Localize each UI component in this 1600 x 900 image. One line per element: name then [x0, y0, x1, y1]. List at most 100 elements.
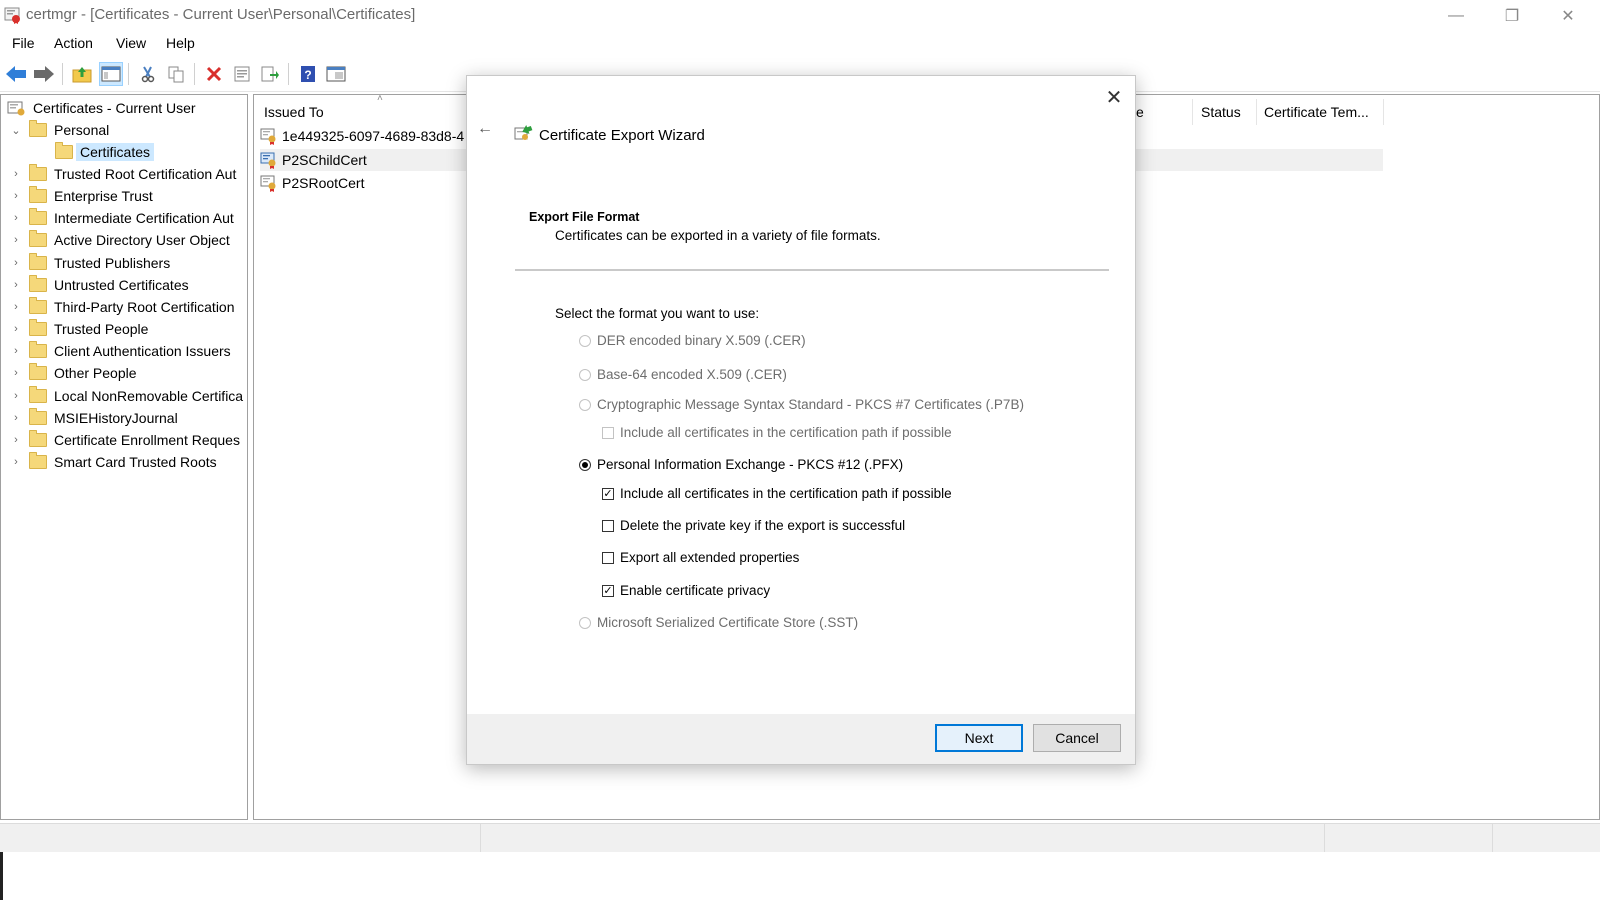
chevron-right-icon[interactable]: › [11, 456, 21, 468]
chevron-right-icon[interactable]: › [11, 234, 21, 246]
delete-private-key-checkbox[interactable]: Delete the private key if the export is … [602, 518, 905, 533]
tree-item-store[interactable]: › Third-Party Root Certification [11, 296, 235, 318]
chevron-right-icon[interactable]: › [11, 257, 21, 269]
option-pkcs7-radio[interactable]: Cryptographic Message Syntax Standard - … [579, 397, 1024, 412]
folder-icon [29, 429, 47, 447]
radio-button-selected[interactable] [579, 458, 591, 471]
folder-icon [29, 120, 47, 137]
column-partial-hidden[interactable]: e [1136, 104, 1144, 120]
copy-icon[interactable] [164, 62, 188, 86]
dialog-footer: Next Cancel [467, 714, 1135, 764]
tree-item-store[interactable]: › Trusted Publishers [11, 252, 170, 274]
tree-item-label: Trusted Root Certification Aut [54, 166, 237, 182]
chevron-right-icon[interactable]: › [11, 390, 21, 402]
menu-file[interactable]: File [12, 35, 35, 51]
tree-item-store[interactable]: › Trusted People [11, 318, 148, 340]
radio-button[interactable] [579, 334, 591, 347]
option-pfx-radio[interactable]: Personal Information Exchange - PKCS #12… [579, 457, 903, 472]
pkcs7-include-path-checkbox[interactable]: Include all certificates in the certific… [602, 425, 952, 440]
folder-icon [29, 407, 47, 425]
delete-icon[interactable] [202, 62, 226, 86]
radio-button[interactable] [579, 398, 591, 411]
tree-item-store[interactable]: › Enterprise Trust [11, 185, 153, 207]
chevron-down-icon[interactable]: ⌄ [11, 124, 21, 137]
option-base64-radio[interactable]: Base-64 encoded X.509 (.CER) [579, 367, 787, 382]
menu-action[interactable]: Action [54, 35, 93, 51]
tree-item-store[interactable]: › Trusted Root Certification Aut [11, 163, 236, 185]
tree-item-store[interactable]: › Client Authentication Issuers [11, 340, 231, 362]
dialog-close-button[interactable]: ✕ [1103, 86, 1125, 109]
chevron-right-icon[interactable]: › [11, 323, 21, 335]
list-item[interactable]: 1e449325-6097-4689-83d8-4 [260, 125, 464, 147]
cancel-button[interactable]: Cancel [1033, 724, 1121, 752]
tree-item-label: Personal [54, 122, 110, 138]
tree-item-label: Intermediate Certification Aut [54, 210, 234, 227]
tree-item-label: Enterprise Trust [54, 188, 153, 205]
checkbox-checked[interactable]: ✓ [602, 487, 614, 500]
tree-item-store[interactable]: › Smart Card Trusted Roots [11, 451, 217, 473]
tree-item-store[interactable]: › Intermediate Certification Aut [11, 207, 234, 229]
enable-certificate-privacy-checkbox[interactable]: ✓ Enable certificate privacy [602, 583, 770, 598]
column-issued-to[interactable]: Issued To [264, 104, 324, 120]
back-arrow-button[interactable]: ← [477, 120, 493, 138]
chevron-right-icon[interactable]: › [11, 190, 21, 202]
forward-arrow-icon[interactable] [32, 62, 56, 86]
radio-button[interactable] [579, 616, 591, 629]
back-arrow-icon[interactable] [4, 62, 28, 86]
folder-icon [29, 451, 47, 469]
tree-item-personal[interactable]: ⌄ Personal [11, 119, 109, 141]
cut-icon[interactable] [136, 62, 160, 86]
column-certificate-template[interactable]: Certificate Tem... [1264, 104, 1369, 120]
page-title: Export File Format [529, 210, 640, 224]
folder-icon [29, 319, 47, 337]
pfx-include-path-checkbox[interactable]: ✓ Include all certificates in the certif… [602, 486, 952, 501]
tree-item-certificates[interactable]: Certificates [55, 141, 155, 163]
chevron-right-icon[interactable]: › [11, 434, 21, 446]
console-view-icon[interactable] [324, 62, 348, 86]
tree-root[interactable]: Certificates - Current User [7, 97, 196, 119]
menu-view[interactable]: View [116, 35, 146, 51]
folder-icon [29, 296, 47, 314]
window-edge [0, 852, 3, 900]
checkbox[interactable] [602, 551, 614, 564]
option-der-radio[interactable]: DER encoded binary X.509 (.CER) [579, 333, 806, 348]
chevron-right-icon[interactable]: › [11, 345, 21, 357]
tree-item-store[interactable]: › Untrusted Certificates [11, 274, 189, 296]
up-folder-icon[interactable] [70, 62, 94, 86]
properties-icon[interactable] [230, 62, 254, 86]
export-extended-properties-checkbox[interactable]: Export all extended properties [602, 550, 799, 565]
column-status[interactable]: Status [1201, 104, 1241, 120]
tree-item-label: Trusted People [54, 321, 149, 338]
restore-button[interactable]: ❐ [1484, 0, 1540, 31]
help-icon[interactable]: ? [296, 62, 320, 86]
tree-item-store[interactable]: › Active Directory User Object [11, 229, 230, 251]
folder-icon [29, 230, 47, 248]
checkbox[interactable] [602, 426, 614, 439]
list-item[interactable]: P2SRootCert [260, 172, 364, 194]
next-button[interactable]: Next [935, 724, 1023, 752]
chevron-right-icon[interactable]: › [11, 279, 21, 291]
export-list-icon[interactable] [258, 62, 282, 86]
header-divider [515, 269, 1109, 271]
svg-text:?: ? [304, 68, 311, 82]
checkbox[interactable] [602, 519, 614, 532]
folder-icon [29, 385, 47, 403]
tree-item-store[interactable]: › Other People [11, 362, 137, 384]
folder-icon [29, 363, 47, 381]
minimize-button[interactable]: — [1428, 0, 1484, 31]
chevron-right-icon[interactable]: › [11, 367, 21, 379]
checkbox-checked[interactable]: ✓ [602, 584, 614, 597]
show-hide-console-tree-icon[interactable] [99, 62, 123, 86]
close-window-button[interactable]: ✕ [1540, 0, 1596, 31]
console-tree[interactable]: Certificates - Current User ⌄ Personal C… [0, 94, 248, 820]
tree-item-store[interactable]: › MSIEHistoryJournal [11, 407, 178, 429]
chevron-right-icon[interactable]: › [11, 212, 21, 224]
tree-item-store[interactable]: › Local NonRemovable Certifica [11, 385, 243, 407]
menu-help[interactable]: Help [166, 35, 195, 51]
chevron-right-icon[interactable]: › [11, 168, 21, 180]
chevron-right-icon[interactable]: › [11, 412, 21, 424]
radio-button[interactable] [579, 368, 591, 381]
tree-item-store[interactable]: › Certificate Enrollment Reques [11, 429, 240, 451]
chevron-right-icon[interactable]: › [11, 301, 21, 313]
option-sst-radio[interactable]: Microsoft Serialized Certificate Store (… [579, 615, 858, 630]
